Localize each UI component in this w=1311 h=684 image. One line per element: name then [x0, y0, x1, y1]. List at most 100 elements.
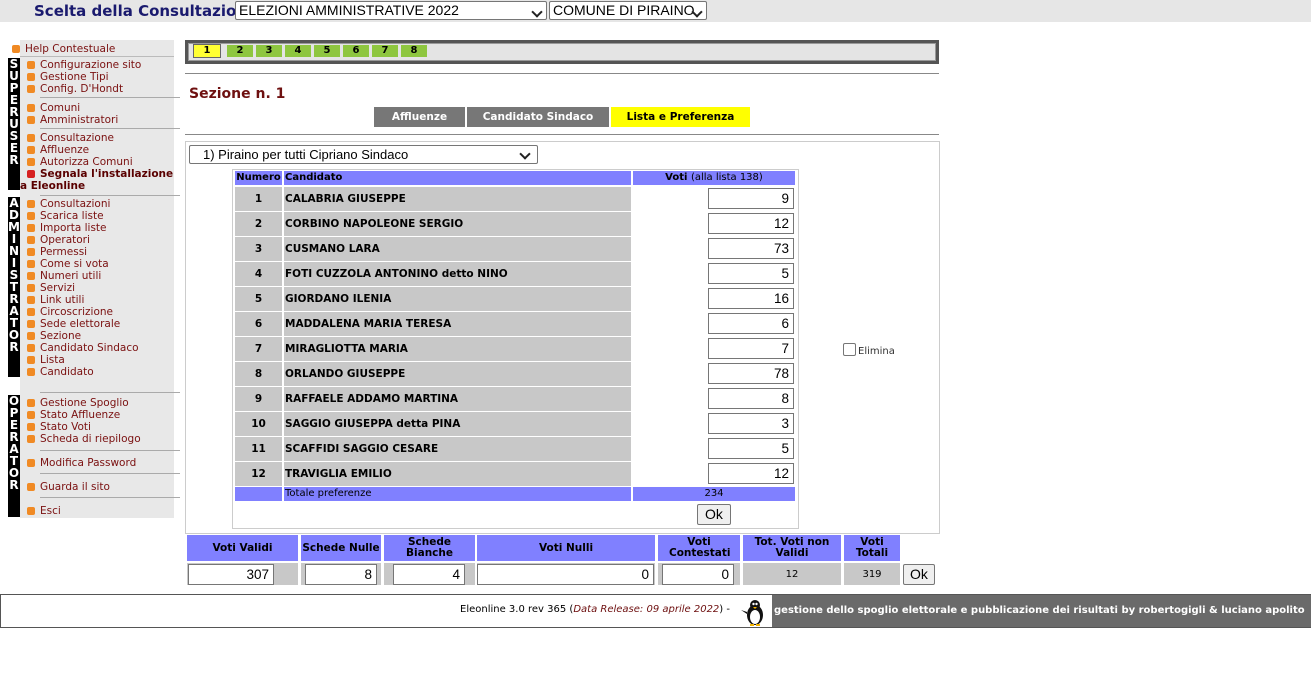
sidebar-item-label: Help Contestuale — [25, 43, 116, 55]
top-bar: Scelta della Consultazione: ELEZIONI AMM… — [0, 0, 1311, 22]
bullet-icon — [27, 200, 35, 208]
sidebar-item-autorizza-comuni[interactable]: Autorizza Comuni — [27, 156, 133, 168]
voti-contestati-input[interactable]: 0 — [662, 564, 734, 585]
sidebar-item-circoscrizione[interactable]: Circoscrizione — [27, 306, 113, 318]
candidate-votes-input[interactable]: 9 — [708, 188, 794, 209]
sidebar-item-guarda-sito[interactable]: Guarda il sito — [27, 481, 110, 493]
sidebar-item-link-utili[interactable]: Link utili — [27, 294, 84, 306]
sidebar-item-sede-elettorale[interactable]: Sede elettorale — [27, 318, 120, 330]
candidate-name: CUSMANO LARA — [284, 237, 631, 261]
sidebar-item-stato-affluenze[interactable]: Stato Affluenze — [27, 409, 120, 421]
consultation-select-value: ELEZIONI AMMINISTRATIVE 2022 — [239, 2, 459, 18]
candidate-votes-input[interactable]: 73 — [708, 238, 794, 259]
candidate-name: TRAVIGLIA EMILIO — [284, 462, 631, 486]
tab-affluenze[interactable]: Affluenze — [374, 107, 465, 127]
tab-section-4[interactable]: 4 — [285, 45, 311, 57]
sidebar-item-scarica-liste[interactable]: Scarica liste — [27, 210, 104, 222]
sidebar-item-candidato[interactable]: Candidato — [27, 366, 94, 378]
consultation-select[interactable]: ELEZIONI AMMINISTRATIVE 2022 — [235, 1, 547, 20]
sidebar-item-consultazioni[interactable]: Consultazioni — [27, 198, 110, 210]
bullet-icon — [27, 344, 35, 352]
lista-select[interactable]: 1) Piraino per tutti Cipriano Sindaco — [189, 145, 538, 164]
sidebar-item-candidato-sindaco[interactable]: Candidato Sindaco — [27, 342, 139, 354]
elimina-checkbox[interactable]: Elimina — [843, 343, 895, 357]
bullet-icon — [27, 248, 35, 256]
divider — [40, 392, 180, 393]
sidebar-item-scheda-riepilogo[interactable]: Scheda di riepilogo — [27, 433, 141, 445]
candidate-votes-input[interactable]: 78 — [708, 363, 794, 384]
sidebar-item-label: Candidato — [40, 366, 94, 378]
sidebar-item-modifica-password[interactable]: Modifica Password — [27, 457, 136, 469]
table-row: 12 TRAVIGLIA EMILIO 12 — [235, 462, 796, 486]
sidebar-item-amministratori[interactable]: Amministratori — [27, 114, 118, 126]
sidebar-item-config-dhondt[interactable]: Config. D'Hondt — [27, 83, 123, 95]
sidebar-item-segnala-cont[interactable]: a Eleonline — [20, 180, 85, 192]
sidebar-item-affluenze[interactable]: Affluenze — [27, 144, 89, 156]
page-title: Sezione n. 1 — [189, 86, 286, 102]
schede-bianche-input[interactable]: 4 — [393, 564, 465, 585]
tab-section-1[interactable]: 1 — [193, 44, 221, 58]
candidate-votes-input[interactable]: 16 — [708, 288, 794, 309]
lista-select-value: 1) Piraino per tutti Cipriano Sindaco — [203, 147, 409, 162]
tab-section-7[interactable]: 7 — [372, 45, 398, 57]
voti-nulli-header: Voti Nulli — [477, 535, 655, 561]
sidebar-item-label: Permessi — [40, 246, 88, 258]
candidate-votes-input[interactable]: 8 — [708, 388, 794, 409]
sidebar-item-config-sito[interactable]: Configurazione sito — [27, 59, 141, 71]
ok-button[interactable]: Ok — [697, 504, 731, 525]
sidebar-item-consultazione[interactable]: Consultazione — [27, 132, 114, 144]
tab-candidato-sindaco[interactable]: Candidato Sindaco — [467, 107, 609, 127]
sidebar-item-importa-liste[interactable]: Importa liste — [27, 222, 107, 234]
bullet-icon — [27, 399, 35, 407]
sidebar-item-sezione[interactable]: Sezione — [27, 330, 81, 342]
tab-section-3[interactable]: 3 — [256, 45, 282, 57]
bullet-icon — [27, 356, 35, 364]
candidate-name: SAGGIO GIUSEPPA detta PINA — [284, 412, 631, 436]
voti-totali-header-label: Voti Totali — [855, 536, 889, 559]
candidate-votes-input[interactable]: 5 — [708, 263, 794, 284]
candidate-number: 11 — [235, 437, 282, 461]
sidebar-item-esci[interactable]: Esci — [27, 505, 61, 517]
sidebar-item-help[interactable]: Help Contestuale — [12, 43, 115, 55]
total-row-spacer — [235, 487, 282, 501]
ok-totals-button[interactable]: Ok — [903, 564, 935, 585]
candidate-name: CALABRIA GIUSEPPE — [284, 187, 631, 211]
tab-lista-preferenza[interactable]: Lista e Preferenza — [611, 107, 750, 127]
sidebar-item-lista[interactable]: Lista — [27, 354, 65, 366]
divider — [40, 195, 180, 196]
tab-section-5[interactable]: 5 — [314, 45, 340, 57]
sidebar-item-numeri-utili[interactable]: Numeri utili — [27, 270, 101, 282]
candidate-number: 7 — [235, 337, 282, 361]
tot-non-validi-header-label: Tot. Voti non Validi — [754, 536, 830, 559]
candidate-votes-input[interactable]: 5 — [708, 438, 794, 459]
sidebar-item-come-si-vota[interactable]: Come si vota — [27, 258, 109, 270]
sidebar-item-permessi[interactable]: Permessi — [27, 246, 87, 258]
sidebar-item-gestione-tipi[interactable]: Gestione Tipi — [27, 71, 109, 83]
sidebar-item-stato-voti[interactable]: Stato Voti — [27, 421, 91, 433]
bullet-icon — [27, 459, 35, 467]
sidebar-item-label: Scheda di riepilogo — [40, 433, 141, 445]
candidate-votes-input[interactable]: 6 — [708, 313, 794, 334]
voti-validi-input[interactable]: 307 — [188, 564, 274, 585]
sidebar-item-servizi[interactable]: Servizi — [27, 282, 75, 294]
sidebar-item-gestione-spoglio[interactable]: Gestione Spoglio — [27, 397, 129, 409]
candidate-votes-input[interactable]: 3 — [708, 413, 794, 434]
sidebar-item-segnala[interactable]: Segnala l'installazione — [27, 168, 173, 180]
sidebar-item-label: Segnala l'installazione — [40, 168, 174, 180]
sidebar-item-operatori[interactable]: Operatori — [27, 234, 90, 246]
candidate-name: SCAFFIDI SAGGIO CESARE — [284, 437, 631, 461]
comune-select[interactable]: COMUNE DI PIRAINO — [549, 1, 707, 20]
tab-section-8[interactable]: 8 — [401, 45, 427, 57]
tab-section-2[interactable]: 2 — [227, 45, 253, 57]
candidate-votes-input[interactable]: 12 — [708, 463, 794, 484]
checkbox-icon[interactable] — [843, 343, 856, 356]
schede-nulle-input[interactable]: 8 — [305, 564, 377, 585]
candidate-votes-input[interactable]: 7 — [708, 338, 794, 359]
sidebar-item-label: Guarda il sito — [40, 481, 110, 493]
voti-nulli-input[interactable]: 0 — [477, 564, 654, 585]
candidate-votes-input[interactable]: 12 — [708, 213, 794, 234]
sidebar-item-label: Sezione — [40, 330, 82, 342]
sidebar-item-comuni[interactable]: Comuni — [27, 102, 80, 114]
tab-section-6[interactable]: 6 — [343, 45, 369, 57]
superuser-strip: SUPERUSER — [8, 58, 20, 190]
